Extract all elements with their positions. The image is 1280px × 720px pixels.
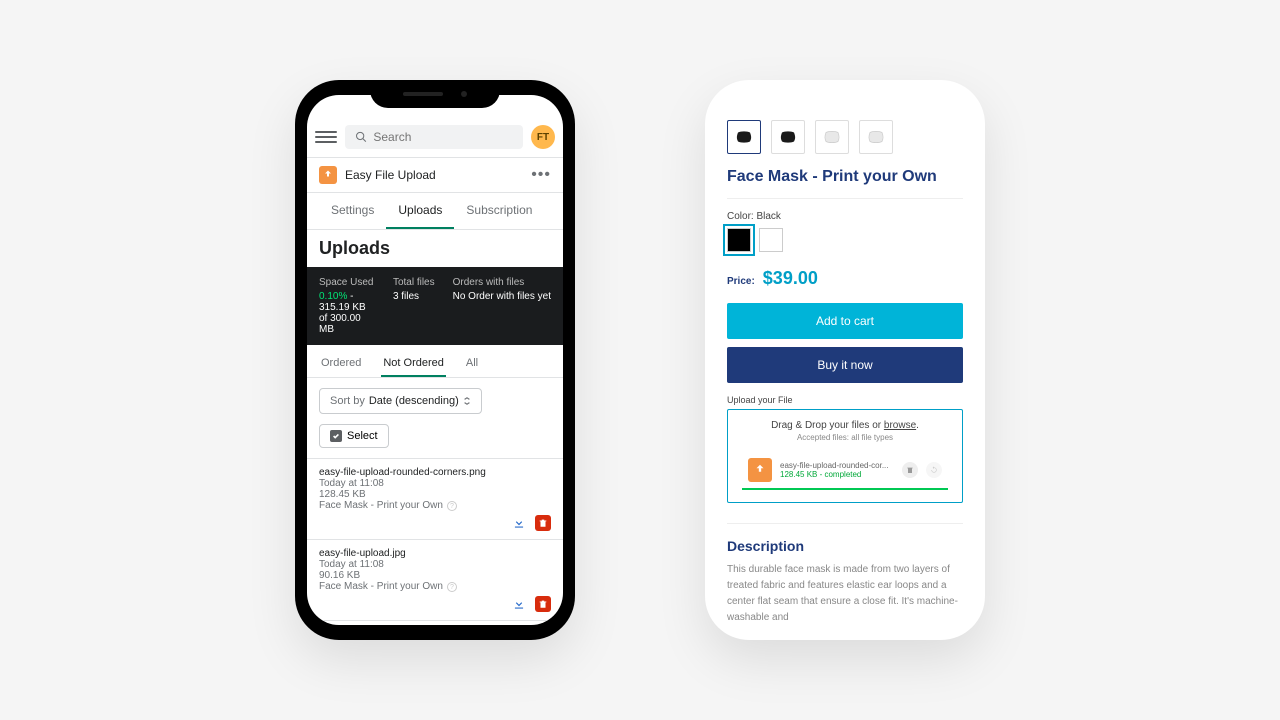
description-text: This durable face mask is made from two … — [727, 562, 963, 626]
download-button[interactable] — [511, 515, 527, 531]
delete-button[interactable] — [535, 596, 551, 612]
buy-now-button[interactable]: Buy it now — [727, 347, 963, 383]
swatch-white[interactable] — [759, 228, 783, 252]
tab-settings[interactable]: Settings — [319, 193, 386, 229]
files-label: Total files — [393, 277, 435, 288]
delete-button[interactable] — [535, 515, 551, 531]
color-label: Color: — [727, 211, 754, 222]
search-field[interactable] — [373, 130, 513, 144]
mask-icon — [779, 131, 797, 143]
mask-icon — [735, 131, 753, 143]
checkbox-icon — [330, 430, 342, 442]
swatch-black[interactable] — [727, 228, 751, 252]
app-name: Easy File Upload — [345, 168, 531, 182]
stats-bar: Space Used 0.10% - 315.19 KB of 300.00 M… — [307, 267, 563, 345]
screen-left: FT Easy File Upload ••• Settings Uploads… — [307, 95, 563, 625]
tab-uploads[interactable]: Uploads — [386, 193, 454, 229]
space-label: Space Used — [319, 277, 375, 288]
file-size: 128.45 KB — [319, 489, 551, 500]
app-icon — [319, 166, 337, 184]
sort-value: Date (descending) — [369, 395, 459, 407]
file-item[interactable]: Post-13.jpg Today at 11:06 96.59 KB Face… — [307, 621, 563, 625]
tab-subscription[interactable]: Subscription — [454, 193, 544, 229]
select-label: Select — [347, 430, 378, 442]
product-title: Face Mask - Print your Own — [727, 168, 963, 186]
uploaded-file: easy-file-upload-rounded-cor... 128.45 K… — [742, 452, 948, 490]
sort-dropdown[interactable]: Sort by Date (descending) — [319, 388, 482, 414]
file-list: easy-file-upload-rounded-corners.png Tod… — [307, 458, 563, 625]
file-icon — [748, 458, 772, 482]
orders-val: No Order with files yet — [453, 291, 551, 302]
file-product: Face Mask - Print your Own — [319, 581, 443, 592]
chevron-icon — [463, 397, 471, 405]
orders-label: Orders with files — [453, 277, 551, 288]
color-value: Black — [756, 211, 780, 222]
file-time: Today at 11:08 — [319, 559, 551, 570]
thumbnail[interactable] — [815, 120, 849, 154]
thumbnail[interactable] — [727, 120, 761, 154]
description-title: Description — [727, 538, 963, 554]
remove-upload-button[interactable] — [902, 462, 918, 478]
file-name: easy-file-upload-rounded-corners.png — [319, 467, 551, 478]
help-icon[interactable]: ? — [447, 501, 457, 511]
mask-icon — [867, 131, 885, 143]
notch — [370, 80, 500, 108]
dropzone[interactable]: Drag & Drop your files or browse. Accept… — [727, 409, 963, 503]
help-icon[interactable]: ? — [447, 582, 457, 592]
thumbnail[interactable] — [771, 120, 805, 154]
subtab-all[interactable]: All — [464, 351, 480, 377]
upload-label: Upload your File — [727, 395, 963, 405]
more-icon[interactable]: ••• — [531, 166, 551, 184]
search-icon — [355, 130, 367, 144]
retry-upload-button[interactable] — [926, 462, 942, 478]
dropzone-text: Drag & Drop your files or browse. — [742, 420, 948, 431]
thumbnail[interactable] — [859, 120, 893, 154]
browse-link[interactable]: browse — [884, 420, 916, 431]
upload-filename: easy-file-upload-rounded-cor... — [780, 461, 894, 470]
price-label: Price: — [727, 276, 755, 287]
space-pct: 0.10% — [319, 291, 347, 302]
subtab-ordered[interactable]: Ordered — [319, 351, 363, 377]
avatar[interactable]: FT — [531, 125, 555, 149]
phone-left: FT Easy File Upload ••• Settings Uploads… — [295, 80, 575, 640]
download-button[interactable] — [511, 596, 527, 612]
add-to-cart-button[interactable]: Add to cart — [727, 303, 963, 339]
search-input[interactable] — [345, 125, 523, 149]
upload-status: 128.45 KB - completed — [780, 470, 894, 479]
mask-icon — [823, 131, 841, 143]
phone-right: Face Mask - Print your Own Color: Black … — [705, 80, 985, 640]
price-value: $39.00 — [763, 268, 818, 289]
sort-prefix: Sort by — [330, 395, 365, 407]
subtab-not-ordered[interactable]: Not Ordered — [381, 351, 446, 377]
file-name: easy-file-upload.jpg — [319, 548, 551, 559]
file-time: Today at 11:08 — [319, 478, 551, 489]
thumbnail-row — [727, 120, 963, 154]
menu-icon[interactable] — [315, 126, 337, 148]
select-button[interactable]: Select — [319, 424, 389, 448]
file-item[interactable]: easy-file-upload.jpg Today at 11:08 90.1… — [307, 540, 563, 621]
accepted-text: Accepted files: all file types — [742, 433, 948, 442]
files-val: 3 files — [393, 291, 435, 302]
file-product: Face Mask - Print your Own — [319, 500, 443, 511]
page-title: Uploads — [307, 230, 563, 267]
file-item[interactable]: easy-file-upload-rounded-corners.png Tod… — [307, 459, 563, 540]
file-size: 90.16 KB — [319, 570, 551, 581]
